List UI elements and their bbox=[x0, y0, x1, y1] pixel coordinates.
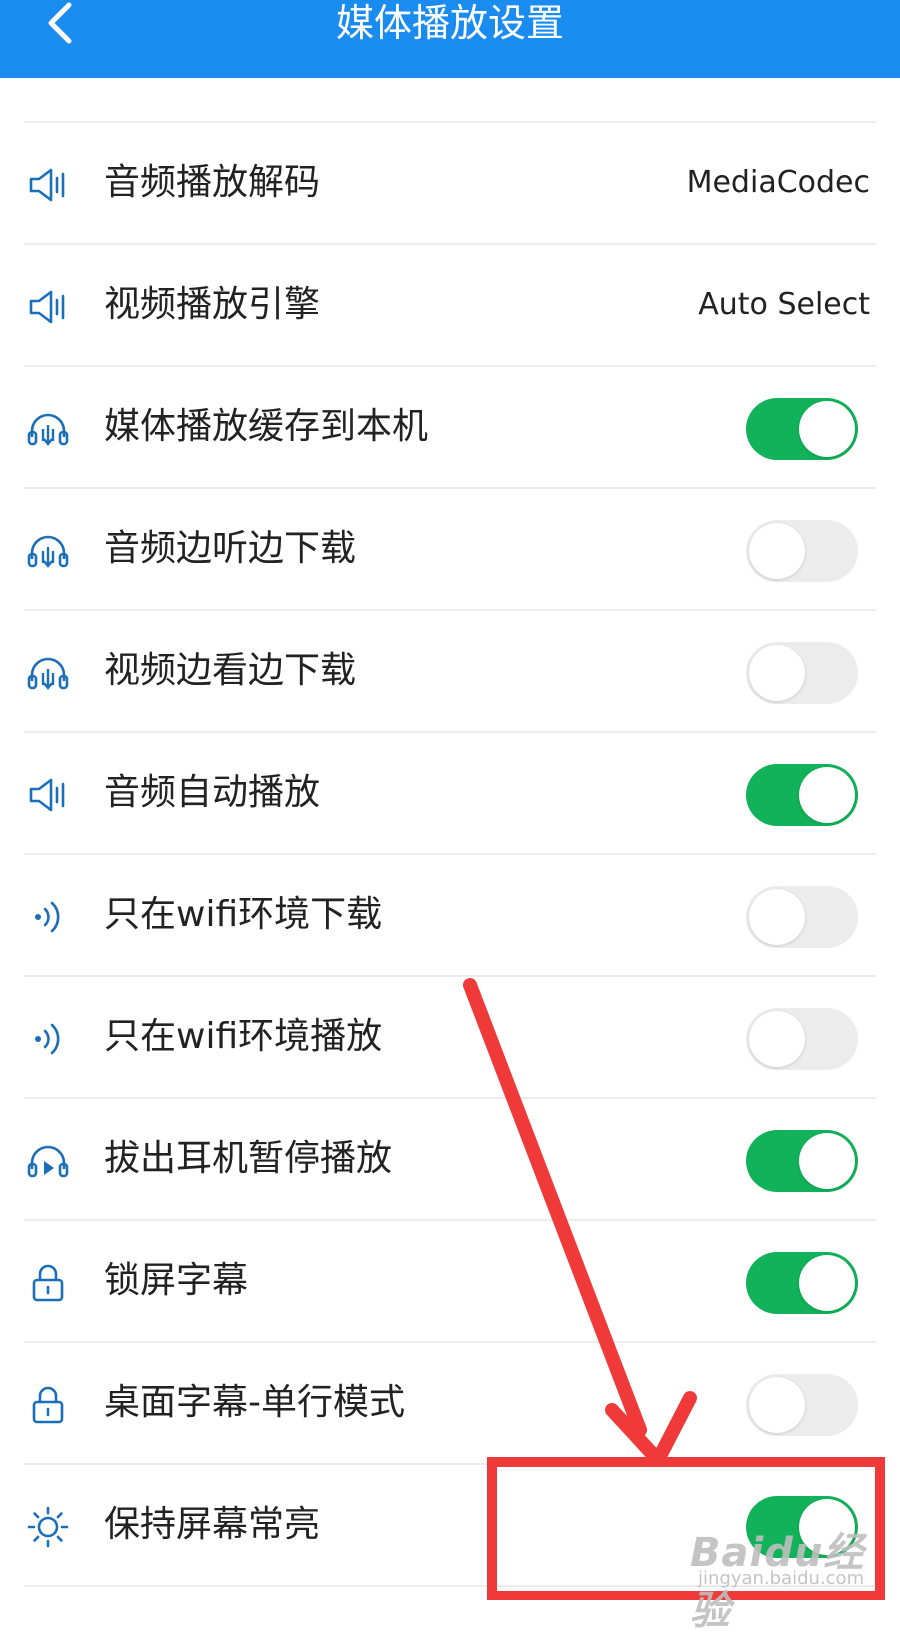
toggle-knob bbox=[799, 1133, 855, 1189]
setting-row-wifi-only-play[interactable]: 只在wifi环境播放 bbox=[0, 977, 900, 1099]
setting-label: 音频边听边下载 bbox=[104, 528, 357, 569]
setting-label: 音频自动播放 bbox=[104, 772, 321, 813]
app-header: 媒体播放设置 bbox=[0, 0, 900, 78]
setting-label: 只在wifi环境下载 bbox=[104, 894, 383, 935]
setting-row-media-cache[interactable]: 媒体播放缓存到本机 bbox=[0, 367, 900, 489]
setting-row-lockscreen-subtitle[interactable]: 锁屏字幕 bbox=[0, 1221, 900, 1343]
toggle-knob bbox=[799, 401, 855, 457]
setting-label: 音频播放解码 bbox=[104, 162, 321, 203]
setting-row-wifi-only-download[interactable]: 只在wifi环境下载 bbox=[0, 855, 900, 977]
toggle-switch-wifi-only-download[interactable] bbox=[746, 886, 858, 948]
speaker-icon bbox=[26, 773, 70, 817]
lock-icon bbox=[26, 1383, 70, 1427]
headphones-download-icon bbox=[26, 651, 70, 695]
toggle-switch-unplug-pause[interactable] bbox=[746, 1130, 858, 1192]
speaker-icon bbox=[26, 163, 70, 207]
setting-value[interactable]: MediaCodec bbox=[687, 161, 870, 205]
sun-icon bbox=[26, 1505, 70, 1549]
watermark-site: jingyan.baidu.com bbox=[698, 1568, 865, 1589]
setting-label: 媒体播放缓存到本机 bbox=[104, 406, 429, 447]
toggle-switch-media-cache[interactable] bbox=[746, 398, 858, 460]
setting-label: 只在wifi环境播放 bbox=[104, 1016, 383, 1057]
setting-value[interactable]: Auto Select bbox=[698, 283, 870, 327]
setting-label: 桌面字幕-单行模式 bbox=[104, 1382, 405, 1423]
settings-list: 音频播放解码 MediaCodec 视频播放引擎 Auto Select 媒体播放缓… bbox=[0, 123, 900, 1587]
toggle-switch-audio-stream-download[interactable] bbox=[746, 520, 858, 582]
toggle-switch-video-stream-download[interactable] bbox=[746, 642, 858, 704]
toggle-switch-wifi-only-play[interactable] bbox=[746, 1008, 858, 1070]
toggle-knob bbox=[749, 1011, 805, 1067]
toggle-knob bbox=[749, 523, 805, 579]
headphones-play-icon bbox=[26, 1139, 70, 1183]
setting-row-audio-stream-download[interactable]: 音频边听边下载 bbox=[0, 489, 900, 611]
toggle-knob bbox=[749, 889, 805, 945]
wifi-signal-icon bbox=[26, 1017, 70, 1061]
setting-label: 锁屏字幕 bbox=[104, 1260, 249, 1301]
setting-row-unplug-pause[interactable]: 拔出耳机暂停播放 bbox=[0, 1099, 900, 1221]
page-title: 媒体播放设置 bbox=[335, 1, 564, 45]
setting-label: 视频播放引擎 bbox=[104, 284, 321, 325]
lock-icon bbox=[26, 1261, 70, 1305]
toggle-switch-audio-autoplay[interactable] bbox=[746, 764, 858, 826]
setting-row-audio-decode[interactable]: 音频播放解码 MediaCodec bbox=[0, 123, 900, 245]
toggle-switch-desktop-subtitle-single[interactable] bbox=[746, 1374, 858, 1436]
wifi-signal-icon bbox=[26, 895, 70, 939]
setting-label: 视频边看边下载 bbox=[104, 650, 357, 691]
toggle-switch-lockscreen-subtitle[interactable] bbox=[746, 1252, 858, 1314]
setting-row-video-stream-download[interactable]: 视频边看边下载 bbox=[0, 611, 900, 733]
toggle-knob bbox=[799, 1255, 855, 1311]
setting-label: 保持屏幕常亮 bbox=[104, 1504, 321, 1545]
toggle-knob bbox=[749, 645, 805, 701]
toggle-knob bbox=[799, 767, 855, 823]
speaker-icon bbox=[26, 285, 70, 329]
headphones-download-icon bbox=[26, 407, 70, 451]
setting-row-video-engine[interactable]: 视频播放引擎 Auto Select bbox=[0, 245, 900, 367]
setting-label: 拔出耳机暂停播放 bbox=[104, 1138, 393, 1179]
setting-row-desktop-subtitle-single[interactable]: 桌面字幕-单行模式 bbox=[0, 1343, 900, 1465]
setting-row-audio-autoplay[interactable]: 音频自动播放 bbox=[0, 733, 900, 855]
toggle-knob bbox=[749, 1377, 805, 1433]
headphones-download-icon bbox=[26, 529, 70, 573]
